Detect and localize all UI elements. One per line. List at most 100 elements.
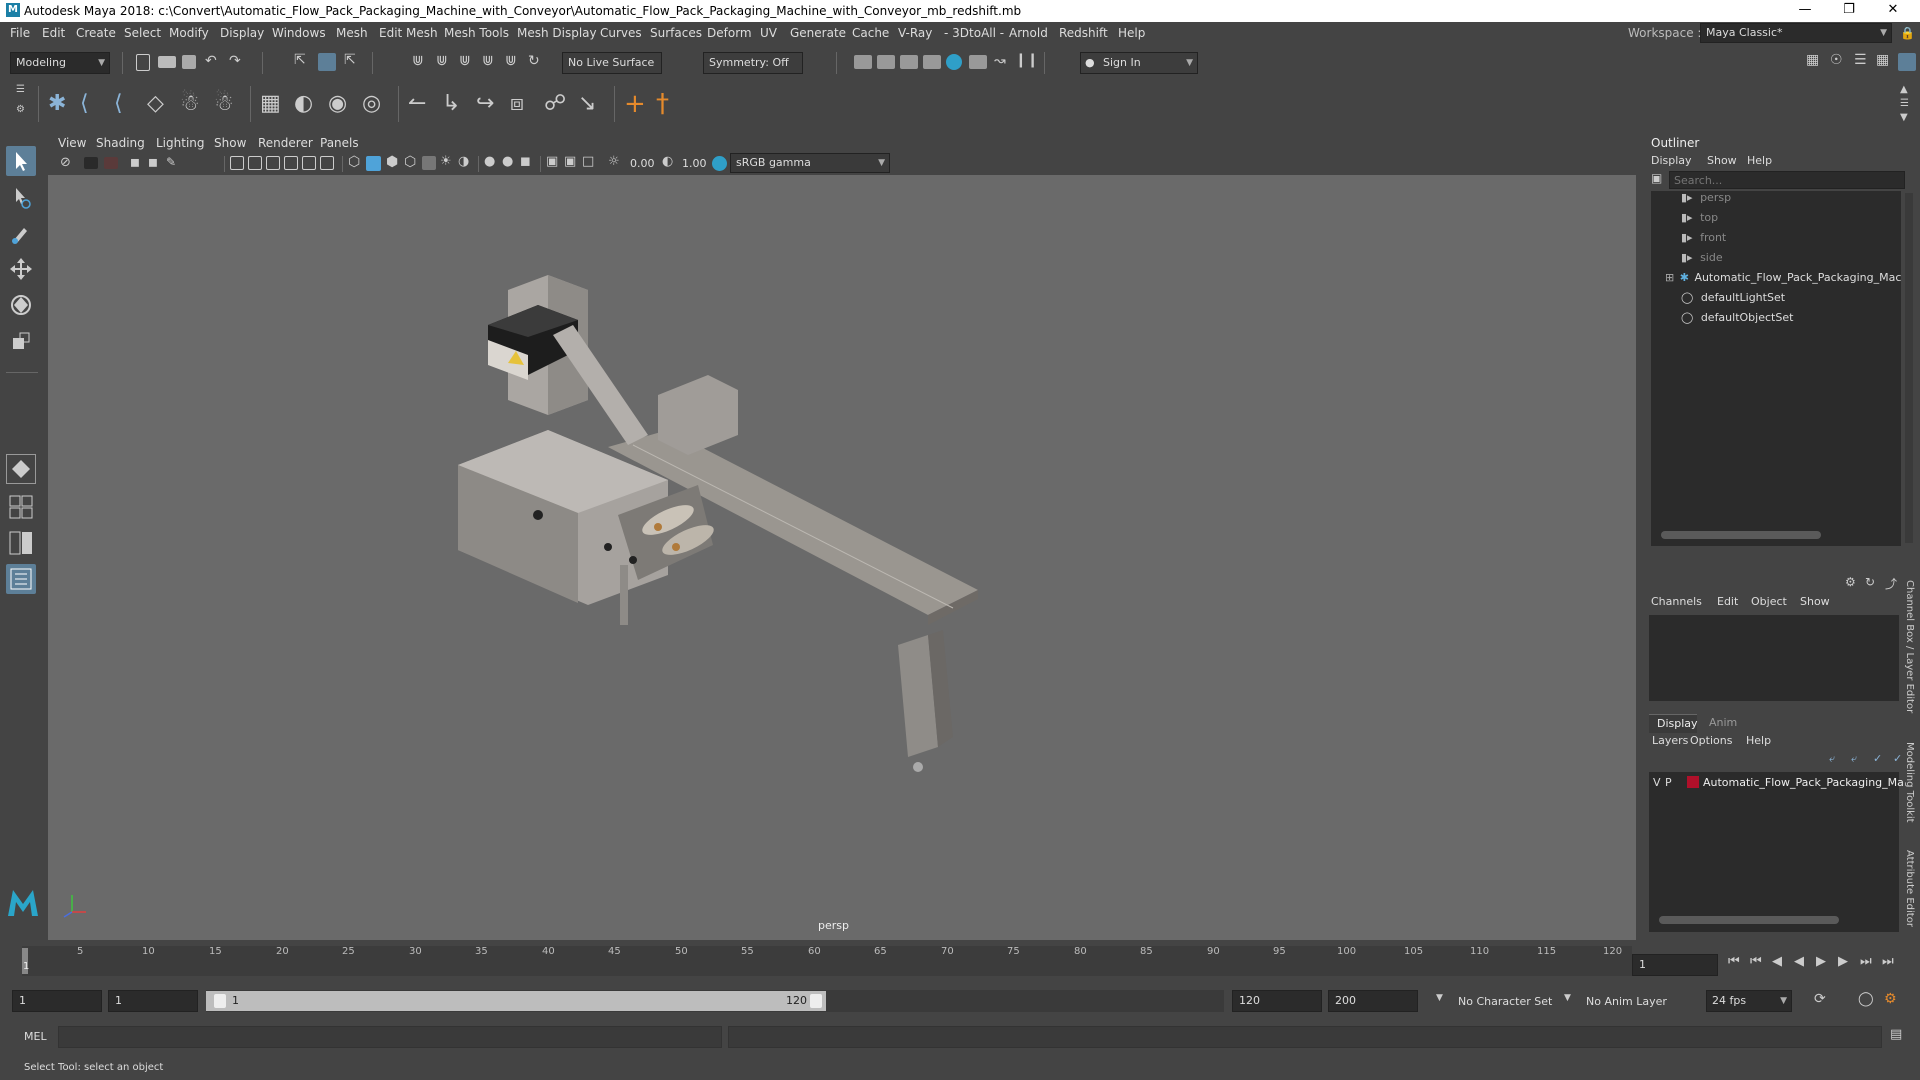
color-management-icon[interactable]	[712, 156, 727, 171]
scale-tool[interactable]	[6, 326, 36, 356]
sign-in-dropdown[interactable]: ● Sign In ▼	[1080, 52, 1198, 74]
shelf-settings-icon[interactable]: ⚙	[16, 104, 25, 115]
pause-icon[interactable]: ❙❙	[1015, 52, 1038, 68]
script-editor-icon[interactable]: ▤	[1890, 1027, 1902, 1042]
workspace-dropdown[interactable]: Maya Classic* ▼	[1700, 23, 1892, 43]
vp-menu-renderer[interactable]: Renderer	[258, 136, 313, 150]
menu-mesh-tools[interactable]: Mesh Tools	[444, 26, 509, 40]
mirror-joint-icon[interactable]: ◇	[147, 91, 164, 116]
tool-settings-icon[interactable]: ▦	[1876, 52, 1889, 68]
wireframe-icon[interactable]: ⬡	[348, 154, 360, 170]
lattice-icon[interactable]: ◉	[328, 91, 347, 116]
textured-icon[interactable]	[422, 156, 436, 170]
menu-windows[interactable]: Windows	[272, 26, 326, 40]
mel-label[interactable]: MEL	[24, 1030, 47, 1043]
range-end-handle[interactable]	[810, 994, 822, 1008]
shelf-menu-icon[interactable]: ☰	[16, 84, 25, 95]
menu-edit-mesh[interactable]: Edit Mesh	[379, 26, 438, 40]
cluster-icon[interactable]: ◎	[362, 91, 381, 116]
snap-view-plane-icon[interactable]: ⋓	[505, 53, 517, 69]
ik-handle-icon[interactable]: ⟨	[80, 91, 89, 116]
quick-rig-icon[interactable]: ☃	[180, 91, 200, 116]
layers-menu-help[interactable]: Help	[1746, 734, 1771, 747]
vp-menu-lighting[interactable]: Lighting	[156, 136, 205, 150]
shadows-icon[interactable]: ◑	[458, 154, 469, 169]
safe-action-icon[interactable]	[320, 156, 334, 170]
wire-deformer-icon[interactable]: ↳	[442, 91, 460, 116]
outliner-menu-show[interactable]: Show	[1707, 154, 1737, 167]
vertical-scrollbar[interactable]	[1905, 193, 1913, 543]
paint-select-tool[interactable]	[6, 218, 36, 248]
range-start-handle[interactable]	[214, 994, 226, 1008]
human-ik-skeleton-icon[interactable]: ☃	[214, 91, 234, 116]
menu-display[interactable]: Display	[220, 26, 264, 40]
attribute-editor-icon[interactable]: ☰	[1854, 52, 1867, 68]
default-material-icon[interactable]: ⬢	[386, 154, 398, 170]
make-live-icon[interactable]: ↻	[528, 53, 540, 69]
ik-spline-icon[interactable]: ⟨	[114, 91, 123, 116]
fps-dropdown[interactable]: 24 fps ▼	[1706, 990, 1792, 1012]
tab-display[interactable]: Display	[1649, 714, 1698, 733]
close-button[interactable]: ✕	[1878, 2, 1908, 17]
menu-help[interactable]: Help	[1118, 26, 1145, 40]
expand-icon[interactable]: ⊞	[1665, 271, 1674, 284]
render-setup-icon[interactable]	[969, 55, 987, 69]
scene-start-field[interactable]: 1	[12, 990, 102, 1012]
character-set-chevron-icon[interactable]: ▼	[1436, 993, 1443, 1003]
tab-anim[interactable]: Anim	[1709, 716, 1737, 729]
scene-end-field[interactable]: 200	[1328, 990, 1418, 1012]
new-scene-icon[interactable]	[136, 54, 150, 71]
layer-row[interactable]: V P Automatic_Flow_Pack_Packaging_Ma	[1649, 774, 1904, 792]
menu-mesh[interactable]: Mesh	[336, 26, 368, 40]
anim-layer-chevron-icon[interactable]: ▼	[1564, 993, 1571, 1003]
exposure-icon[interactable]: ☼	[608, 154, 620, 169]
menu-vray[interactable]: V-Ray	[898, 26, 932, 40]
new-layer-selected-icon[interactable]: ✓	[1893, 752, 1902, 765]
side-tab-modeling-toolkit[interactable]: Modeling Toolkit	[1904, 742, 1915, 823]
command-input[interactable]	[58, 1026, 722, 1048]
anti-aliasing-icon[interactable]: ◼	[520, 154, 531, 169]
color-space-dropdown[interactable]: sRGB gamma ▼	[730, 153, 890, 173]
channel-box-pin-icon[interactable]: ⤴	[1885, 575, 1897, 592]
render-settings-icon[interactable]	[900, 55, 918, 69]
outliner-item-default-object-set[interactable]: ◯ defaultObjectSet	[1681, 311, 1793, 331]
human-ik-icon[interactable]: ☉	[1830, 52, 1843, 68]
channel-box-icon[interactable]	[1898, 53, 1916, 71]
side-tab-attribute-editor[interactable]: Attribute Editor	[1904, 850, 1915, 927]
select-object-icon[interactable]	[318, 53, 336, 71]
move-layer-down-icon[interactable]: ⤶	[1851, 752, 1857, 766]
go-to-start-icon[interactable]: ⏮	[1728, 954, 1740, 969]
layer-playback-toggle[interactable]: P	[1665, 776, 1672, 789]
menu-generate[interactable]: Generate	[790, 26, 846, 40]
range-bar[interactable]: 1 120	[206, 990, 1224, 1012]
layer-scrollbar[interactable]	[1659, 916, 1839, 924]
layers-menu-layers[interactable]: Layers	[1652, 734, 1688, 747]
two-d-pan-icon[interactable]: ◼	[148, 155, 158, 169]
resolution-gate-icon[interactable]	[266, 156, 280, 170]
gamma-value[interactable]: 1.00	[682, 157, 707, 170]
anim-layer-label[interactable]: No Anim Layer	[1586, 995, 1667, 1008]
single-pane-layout[interactable]	[6, 454, 36, 484]
symmetry-dropdown[interactable]: Symmetry: Off	[703, 52, 803, 74]
menu-deform[interactable]: Deform	[707, 26, 752, 40]
select-hierarchy-icon[interactable]: ⇱	[294, 52, 306, 68]
select-component-icon[interactable]: ⇱	[344, 52, 356, 68]
wrap-deformer-icon[interactable]: ↪	[476, 91, 494, 116]
bind-skin-icon[interactable]: ▦	[260, 91, 281, 116]
menu-cache[interactable]: Cache	[852, 26, 889, 40]
menu-surfaces[interactable]: Surfaces	[650, 26, 702, 40]
outliner-item-top[interactable]: ▮▸ top	[1681, 211, 1718, 231]
playback-start-field[interactable]: 1	[108, 990, 198, 1012]
minimize-button[interactable]: —	[1790, 2, 1820, 17]
ipr-render-icon[interactable]	[877, 55, 895, 69]
loop-icon[interactable]: ⟳	[1814, 991, 1826, 1007]
blend-shape-icon[interactable]: ↼	[408, 91, 426, 116]
layer-color-swatch[interactable]	[1687, 776, 1699, 788]
new-layer-icon[interactable]: ✓	[1873, 752, 1882, 765]
maximize-button[interactable]: ❐	[1834, 2, 1864, 17]
menu-edit[interactable]: Edit	[42, 26, 65, 40]
scroll-down-icon[interactable]: ▼	[1900, 112, 1908, 123]
modeling-toolkit-icon[interactable]: ▦	[1806, 52, 1819, 68]
two-pane-layout[interactable]	[6, 528, 36, 558]
vp-menu-view[interactable]: View	[58, 136, 86, 150]
